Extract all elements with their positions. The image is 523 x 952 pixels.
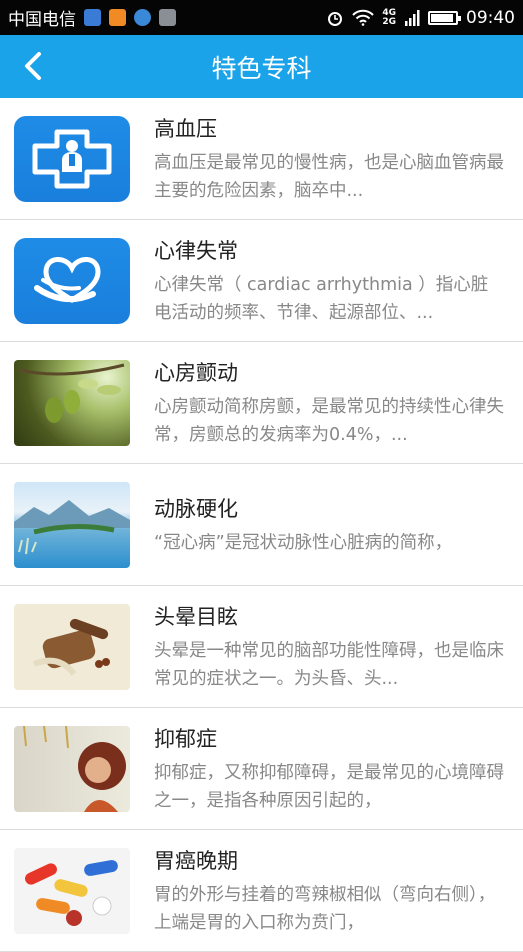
specialty-list: 高血压 高血压是最常见的慢性病，也是心脑血管病最主要的危险因素，脑卒中... 心… [0, 98, 523, 952]
item-title: 心房颤动 [154, 360, 238, 385]
pills-photo [14, 847, 130, 934]
olive-photo [14, 359, 130, 446]
list-item[interactable]: 头晕目眩 头晕是一种常见的脑部功能性障碍，也是临床常见的症状之一。为头昏、头..… [0, 586, 523, 708]
list-item[interactable]: 抑郁症 抑郁症，又称抑郁障碍，是最常见的心境障碍之一，是指各种原因引起的， [0, 708, 523, 830]
item-title: 动脉硬化 [154, 496, 238, 521]
item-title: 高血压 [154, 116, 217, 141]
doctor-cross-icon [14, 115, 130, 202]
item-description: 心房颤动简称房颤，是最常见的持续性心律失常，房颤总的发病率为0.4%，... [154, 396, 504, 445]
item-description: 心律失常（ cardiac arrhythmia ）指心脏电活动的频率、节律、起… [154, 274, 489, 323]
heart-hand-icon [14, 237, 130, 324]
list-item[interactable]: 动脉硬化 “冠心病”是冠状动脉性心脏病的简称， [0, 464, 523, 586]
signal-icon [405, 9, 420, 26]
item-description: 头晕是一种常见的脑部功能性障碍，也是临床常见的症状之一。为头昏、头... [154, 640, 504, 689]
app-notification-icon [109, 9, 126, 26]
list-item[interactable]: 高血压 高血压是最常见的慢性病，也是心脑血管病最主要的危险因素，脑卒中... [0, 98, 523, 220]
woman-photo [14, 725, 130, 812]
clock-label: 09:40 [466, 7, 515, 28]
herbs-photo [14, 603, 130, 690]
app-bar: 特色专科 [0, 35, 523, 98]
list-item[interactable]: 心律失常 心律失常（ cardiac arrhythmia ）指心脏电活动的频率… [0, 220, 523, 342]
item-title: 心律失常 [154, 238, 238, 263]
page-title: 特色专科 [211, 53, 312, 83]
back-button[interactable] [16, 49, 50, 83]
lake-photo [14, 481, 130, 568]
item-description: “冠心病”是冠状动脉性心脏病的简称， [154, 532, 453, 553]
item-title: 胃癌晚期 [154, 848, 238, 873]
app-notification-icon [159, 9, 176, 26]
item-title: 抑郁症 [154, 726, 217, 751]
list-item[interactable]: 胃癌晚期 胃的外形与挂着的弯辣椒相似（弯向右侧），上端是胃的入口称为贲门， [0, 830, 523, 952]
app-notification-icon [84, 9, 101, 26]
alarm-icon [328, 11, 343, 26]
item-description: 抑郁症，又称抑郁障碍，是最常见的心境障碍之一，是指各种原因引起的， [154, 762, 504, 811]
network-type-label: 4G 2G [382, 7, 396, 27]
wifi-icon [352, 9, 375, 26]
item-description: 高血压是最常见的慢性病，也是心脑血管病最主要的危险因素，脑卒中... [154, 152, 504, 201]
carrier-label: 中国电信 [8, 10, 76, 30]
back-arrow-icon [25, 52, 41, 80]
app-notification-icon [134, 9, 151, 26]
battery-icon [428, 10, 461, 25]
list-item[interactable]: 心房颤动 心房颤动简称房颤，是最常见的持续性心律失常，房颤总的发病率为0.4%，… [0, 342, 523, 464]
item-description: 胃的外形与挂着的弯辣椒相似（弯向右侧），上端是胃的入口称为贲门， [154, 884, 496, 933]
status-bar: 中国电信 4G 2G 09:40 [0, 0, 523, 35]
item-title: 头晕目眩 [154, 604, 238, 629]
